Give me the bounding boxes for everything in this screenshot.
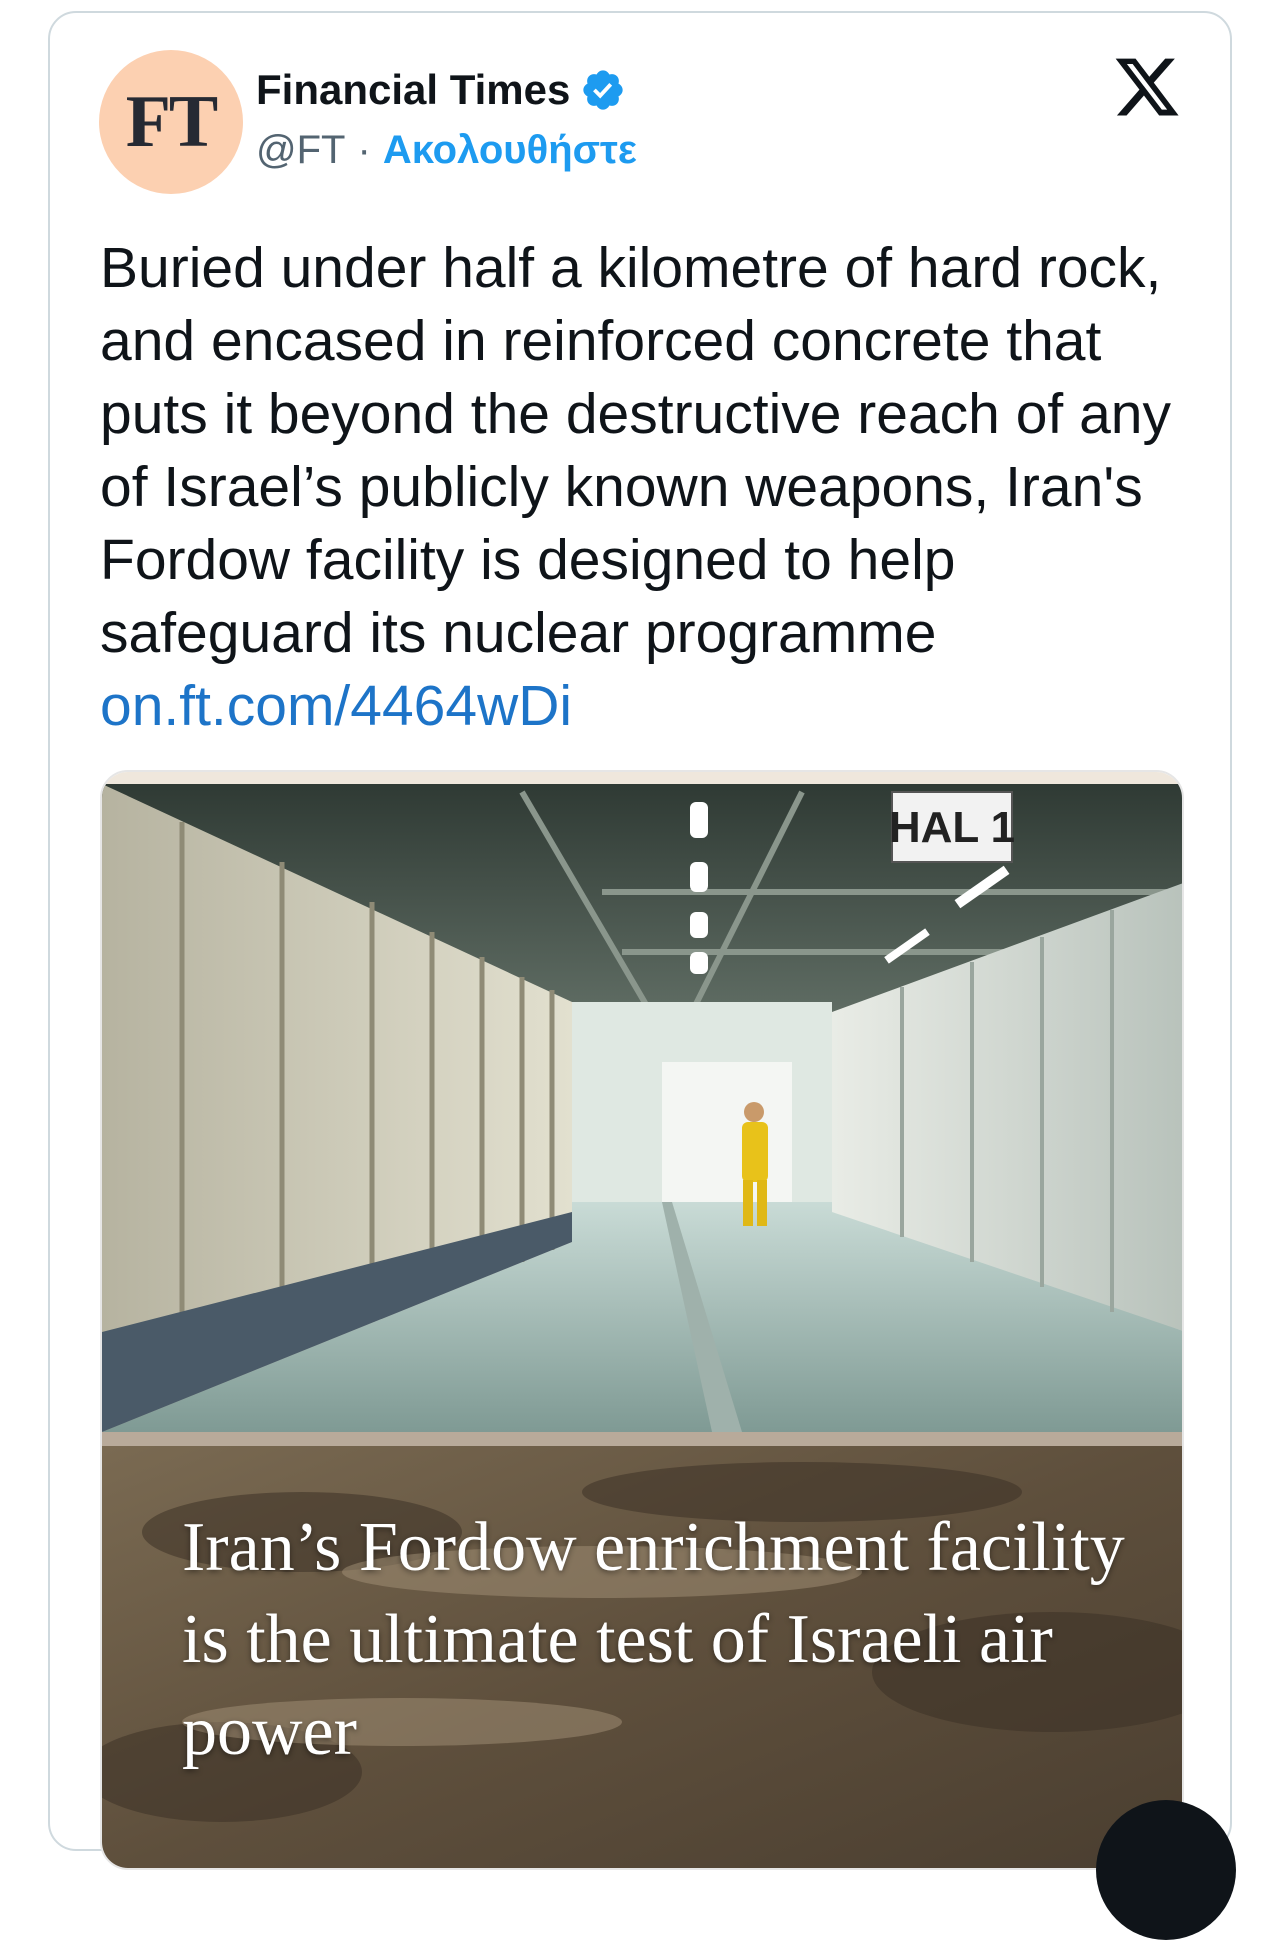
article-headline: Iran’s Fordow enrichment facility is the…	[182, 1509, 1125, 1770]
follow-button[interactable]: Ακολουθήστε	[383, 128, 637, 173]
article-media-card[interactable]: HAL 1 Iran’s Fordow enrichment facility …	[100, 770, 1184, 1870]
separator-dot: ·	[357, 128, 371, 172]
avatar[interactable]: FT	[99, 50, 243, 194]
tweet-link[interactable]: on.ft.com/4464wDi	[100, 674, 572, 738]
verified-badge-icon	[583, 70, 623, 110]
avatar-text: FT	[125, 80, 219, 163]
floating-action-button[interactable]	[1096, 1800, 1236, 1940]
x-logo-icon[interactable]	[1112, 52, 1182, 122]
hall-sign-text: HAL 1	[889, 803, 1015, 852]
author-handle[interactable]: @FT	[256, 128, 345, 173]
author-name[interactable]: Financial Times	[256, 66, 570, 114]
handle-row: @FT · Ακολουθήστε	[256, 128, 637, 173]
tweet-text-block: Buried under half a kilometre of hard ro…	[100, 232, 1180, 743]
tweet-body: Buried under half a kilometre of hard ro…	[100, 236, 1171, 665]
author-name-row: Financial Times	[256, 66, 626, 114]
